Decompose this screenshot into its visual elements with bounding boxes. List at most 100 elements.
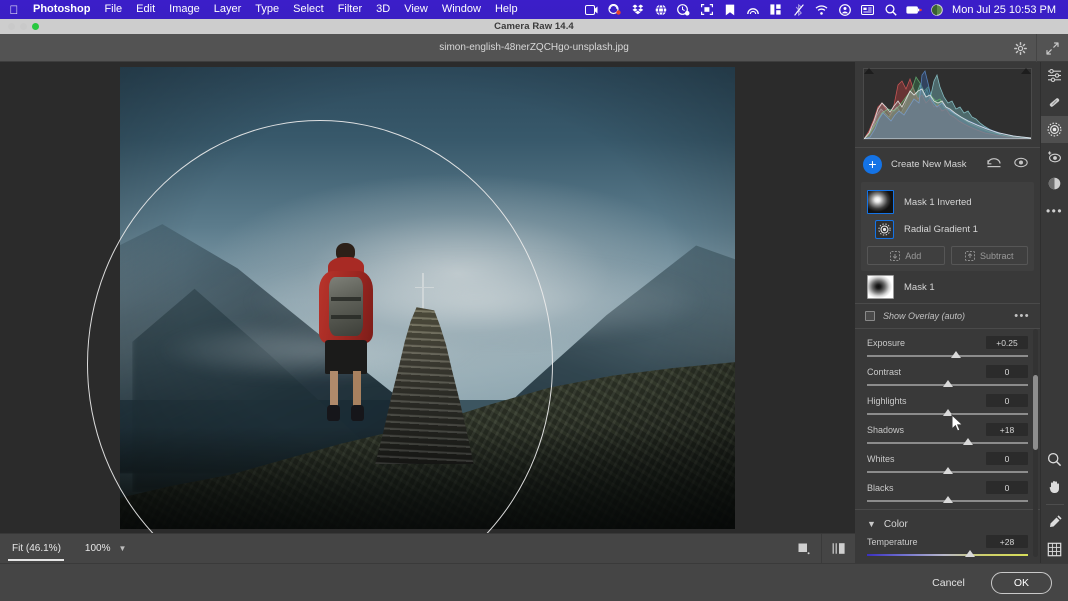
screenshot-icon[interactable] <box>695 0 718 19</box>
menu-item-help[interactable]: Help <box>488 0 525 19</box>
bluetooth-off-icon[interactable] <box>787 0 810 19</box>
slider-track-whites[interactable] <box>867 467 1028 478</box>
gear-icon[interactable] <box>1004 34 1036 62</box>
toggle-sampler-icon[interactable] <box>787 534 821 564</box>
masking-icon[interactable] <box>1040 116 1068 143</box>
expand-arrows-icon[interactable] <box>1036 34 1068 62</box>
battery-icon[interactable] <box>902 0 925 19</box>
menu-item-edit[interactable]: Edit <box>129 0 162 19</box>
slider-track-shadows[interactable] <box>867 438 1028 449</box>
zoom-tool-icon[interactable] <box>1041 446 1068 473</box>
image-canvas-area[interactable] <box>0 62 855 533</box>
menu-item-filter[interactable]: Filter <box>331 0 369 19</box>
fit-zoom-button[interactable]: Fit (46.1%) <box>0 535 71 563</box>
slider-value-blacks[interactable]: 0 <box>986 481 1028 494</box>
user-circle-icon[interactable] <box>833 0 856 19</box>
cancel-button[interactable]: Cancel <box>924 573 973 593</box>
slider-label-contrast: Contrast <box>867 366 902 377</box>
search-icon[interactable] <box>879 0 902 19</box>
show-overlay-row[interactable]: Show Overlay (auto) ••• <box>855 304 1040 328</box>
slider-value-exposure[interactable]: +0.25 <box>986 336 1028 349</box>
control-center-icon[interactable] <box>925 0 948 19</box>
show-overlay-checkbox[interactable] <box>865 311 875 321</box>
slider-track-temperature[interactable] <box>867 550 1028 561</box>
clock-badge-icon[interactable] <box>672 0 695 19</box>
more-options-icon[interactable]: ••• <box>1014 310 1030 322</box>
slider-knob-temperature[interactable] <box>965 550 976 557</box>
menu-item-file[interactable]: File <box>97 0 129 19</box>
menu-item-3d[interactable]: 3D <box>369 0 397 19</box>
edit-sliders-icon[interactable] <box>1041 62 1068 89</box>
menu-bar-status-area: Mon Jul 25 10:53 PM <box>580 0 1062 19</box>
menu-item-type[interactable]: Type <box>248 0 286 19</box>
fit-zoom-label: Fit (46.1%) <box>12 542 61 554</box>
menu-bar-clock[interactable]: Mon Jul 25 10:53 PM <box>948 4 1062 16</box>
mask-row-inverted[interactable]: Mask 1 Inverted <box>867 188 1028 216</box>
color-sliders: Temperature +28 Tint 0 <box>855 534 1040 563</box>
shadow-clipping-indicator[interactable] <box>864 68 874 74</box>
ok-button[interactable]: OK <box>990 571 1052 594</box>
menu-item-image[interactable]: Image <box>162 0 207 19</box>
menu-item-view[interactable]: View <box>397 0 435 19</box>
red-eye-icon[interactable] <box>1041 143 1068 170</box>
undo-icon[interactable] <box>987 155 1001 173</box>
slider-value-shadows[interactable]: +18 <box>986 423 1028 436</box>
color-section-header[interactable]: ▼ Color <box>855 514 1040 534</box>
healing-brush-icon[interactable] <box>1041 89 1068 116</box>
more-tools-icon[interactable]: ••• <box>1041 197 1068 224</box>
menu-item-select[interactable]: Select <box>286 0 331 19</box>
menu-item-layer[interactable]: Layer <box>207 0 249 19</box>
apple-logo-icon[interactable]:  <box>6 4 22 16</box>
slider-knob-whites[interactable] <box>942 467 953 474</box>
mask-row-mask1[interactable]: Mask 1 <box>855 271 1040 303</box>
slider-value-contrast[interactable]: 0 <box>986 365 1028 378</box>
plus-icon[interactable]: + <box>863 154 882 174</box>
eye-icon[interactable] <box>1014 155 1028 173</box>
before-after-icon[interactable] <box>821 533 855 564</box>
photo-preview[interactable] <box>120 67 735 529</box>
highlight-clipping-indicator[interactable] <box>1021 68 1031 74</box>
create-new-mask-row[interactable]: + Create New Mask <box>855 148 1040 180</box>
app-toolbar: simon-english-48nerZQCHgo-unsplash.jpg <box>0 34 1068 62</box>
slider-value-whites[interactable]: 0 <box>986 452 1028 465</box>
chevron-down-icon[interactable]: ▼ <box>867 519 876 529</box>
bookmark-icon[interactable] <box>718 0 741 19</box>
grid-overlay-icon[interactable] <box>1041 536 1068 563</box>
mask-thumbnail-inverted[interactable] <box>867 190 894 214</box>
macos-menu-bar:  Photoshop File Edit Image Layer Type S… <box>0 0 1068 19</box>
add-mask-label: Add <box>905 250 922 261</box>
slider-track-contrast[interactable] <box>867 380 1028 391</box>
slider-knob-exposure[interactable] <box>950 351 961 358</box>
camera-badge-icon[interactable] <box>603 0 626 19</box>
columns-icon[interactable] <box>764 0 787 19</box>
menu-item-photoshop[interactable]: Photoshop <box>26 0 97 19</box>
slider-track-highlights[interactable] <box>867 409 1028 420</box>
globe-icon[interactable] <box>649 0 672 19</box>
slider-value-highlights[interactable]: 0 <box>986 394 1028 407</box>
zoom-level-value[interactable]: 100% <box>71 543 115 554</box>
slider-track-exposure[interactable] <box>867 351 1028 362</box>
slider-track-blacks[interactable] <box>867 496 1028 507</box>
arc-icon[interactable] <box>741 0 764 19</box>
add-mask-button[interactable]: Add <box>867 246 945 265</box>
presets-icon[interactable] <box>1041 170 1068 197</box>
mask-thumbnail[interactable] <box>867 275 894 299</box>
slider-knob-shadows[interactable] <box>963 438 974 445</box>
screen-record-icon[interactable] <box>580 0 603 19</box>
light-sliders: Exposure +0.25 Contrast 0 Highlights 0 S… <box>855 335 1040 507</box>
slider-knob-highlights[interactable] <box>942 409 953 416</box>
eyedropper-tool-icon[interactable] <box>1041 509 1068 536</box>
mask-component-radial-gradient[interactable]: Radial Gradient 1 <box>867 216 1028 242</box>
dropbox-icon[interactable] <box>626 0 649 19</box>
display-icon[interactable] <box>856 0 879 19</box>
slider-knob-blacks[interactable] <box>942 496 953 503</box>
subtract-mask-button[interactable]: Subtract <box>950 246 1028 265</box>
histogram[interactable] <box>863 68 1032 140</box>
slider-value-temperature[interactable]: +28 <box>986 535 1028 548</box>
wifi-icon[interactable] <box>810 0 833 19</box>
menu-item-window[interactable]: Window <box>435 0 488 19</box>
hand-tool-icon[interactable] <box>1041 473 1068 500</box>
chevron-down-icon[interactable]: ▼ <box>114 544 134 553</box>
panel-scrollbar-thumb[interactable] <box>1033 375 1038 450</box>
slider-knob-contrast[interactable] <box>942 380 953 387</box>
